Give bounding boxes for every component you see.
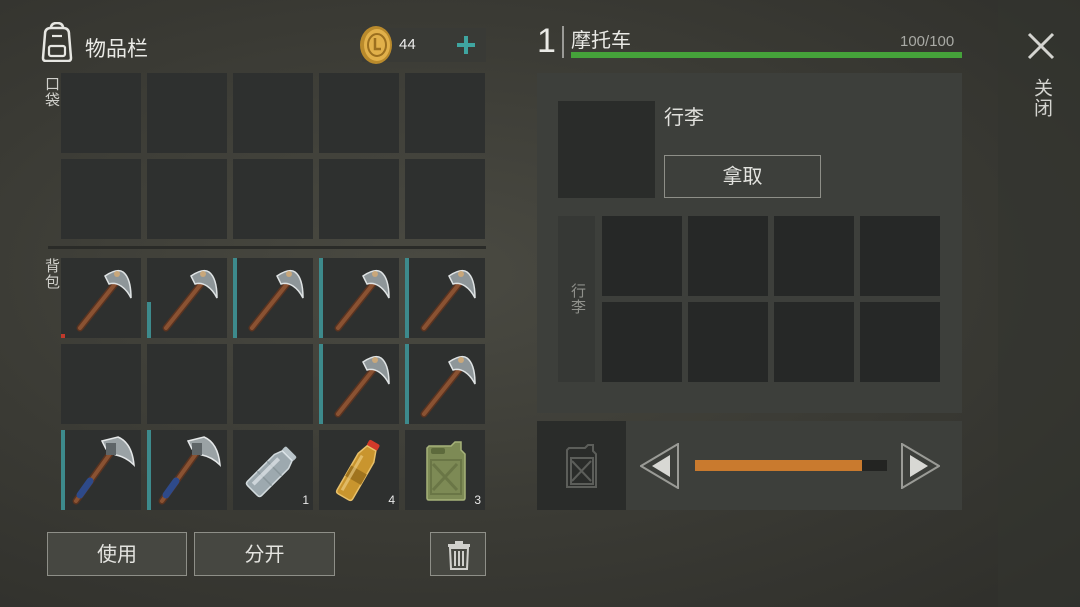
section-divider — [48, 246, 486, 249]
item-count: 3 — [474, 493, 481, 507]
close-icon — [1027, 32, 1055, 60]
pocket-slot[interactable] — [405, 73, 485, 153]
pocket-slot[interactable] — [319, 159, 399, 239]
inventory-title: 物品栏 — [85, 37, 148, 61]
backpack-slot[interactable] — [233, 344, 313, 424]
take-button[interactable]: 拿取 — [664, 155, 821, 198]
pickaxe-icon — [411, 348, 481, 420]
luggage-slot[interactable] — [602, 216, 682, 296]
luggage-image-slot[interactable] — [558, 101, 655, 198]
backpack-slot[interactable] — [405, 344, 485, 424]
backpack-icon — [38, 22, 76, 62]
split-button[interactable]: 分开 — [194, 532, 335, 576]
pocket-slot[interactable] — [61, 159, 141, 239]
luggage-slot[interactable] — [688, 302, 768, 382]
luggage-slot[interactable] — [860, 216, 940, 296]
pocket-slot[interactable] — [233, 159, 313, 239]
durability-bar — [61, 334, 65, 338]
pocket-slot[interactable] — [147, 73, 227, 153]
level-separator — [562, 26, 564, 58]
soda-bottle-icon — [325, 434, 393, 506]
pocket-slot[interactable] — [319, 73, 399, 153]
coin-count: 44 — [399, 36, 416, 53]
backpack-slot[interactable] — [147, 430, 227, 510]
close-label: 关闭 — [1031, 78, 1053, 118]
jerrycan-icon — [421, 440, 471, 502]
hatchet-icon — [152, 433, 224, 507]
coin-icon — [356, 25, 396, 65]
backpack-slot[interactable] — [61, 344, 141, 424]
item-count: 1 — [302, 493, 309, 507]
pickaxe-icon — [67, 262, 137, 334]
luggage-slot[interactable] — [602, 302, 682, 382]
vehicle-level: 1 — [537, 22, 556, 60]
luggage-slot[interactable] — [774, 302, 854, 382]
vehicle-health-text: 100/100 — [900, 33, 955, 50]
backpack-slot[interactable] — [147, 344, 227, 424]
plus-icon — [455, 34, 477, 56]
durability-bar — [405, 344, 409, 424]
luggage-side-label: 行李 — [569, 283, 587, 315]
backpack-slot[interactable] — [233, 258, 313, 338]
fuel-track[interactable] — [695, 460, 887, 471]
trash-icon — [447, 540, 471, 570]
pickaxe-icon — [239, 262, 309, 334]
pickaxe-icon — [325, 348, 395, 420]
durability-bar — [147, 302, 151, 338]
jerrycan-icon — [563, 443, 601, 489]
pocket-slot[interactable] — [147, 159, 227, 239]
close-button[interactable]: 关闭 — [1020, 28, 1062, 128]
item-count: 4 — [388, 493, 395, 507]
backpack-slot[interactable]: 4 — [319, 430, 399, 510]
luggage-title: 行李 — [664, 105, 704, 129]
fuel-bar — [695, 460, 863, 471]
luggage-slot[interactable] — [860, 302, 940, 382]
durability-bar — [405, 258, 409, 338]
pickaxe-icon — [153, 262, 223, 334]
backpack-label: 背包 — [43, 258, 61, 290]
add-coins-button[interactable] — [450, 28, 482, 62]
arrow-left-icon — [640, 443, 680, 489]
durability-bar — [319, 258, 323, 338]
pocket-label: 口袋 — [43, 76, 61, 108]
durability-bar — [61, 430, 65, 510]
luggage-slot[interactable] — [688, 216, 768, 296]
backpack-slot[interactable]: 3 — [405, 430, 485, 510]
use-button[interactable]: 使用 — [47, 532, 187, 576]
durability-bar — [147, 430, 151, 510]
pocket-slot[interactable] — [61, 73, 141, 153]
pickaxe-icon — [411, 262, 481, 334]
vehicle-health-track — [571, 52, 962, 58]
backpack-slot[interactable] — [405, 258, 485, 338]
backpack-slot[interactable] — [61, 430, 141, 510]
backpack-slot[interactable] — [319, 258, 399, 338]
hatchet-icon — [66, 433, 138, 507]
backpack-slot[interactable]: 1 — [233, 430, 313, 510]
water-bottle-icon — [239, 436, 307, 504]
trash-button[interactable] — [430, 532, 486, 576]
backpack-slot[interactable] — [319, 344, 399, 424]
vehicle-name: 摩托车 — [571, 28, 631, 52]
durability-bar — [319, 344, 323, 424]
pocket-slot[interactable] — [405, 159, 485, 239]
backpack-slot[interactable] — [61, 258, 141, 338]
fuel-slot[interactable] — [537, 421, 626, 510]
pickaxe-icon — [325, 262, 395, 334]
luggage-slot[interactable] — [774, 216, 854, 296]
pocket-slot[interactable] — [233, 73, 313, 153]
durability-bar — [233, 258, 237, 338]
vehicle-health-bar — [571, 52, 962, 58]
arrow-right-icon — [900, 443, 940, 489]
backpack-slot[interactable] — [147, 258, 227, 338]
